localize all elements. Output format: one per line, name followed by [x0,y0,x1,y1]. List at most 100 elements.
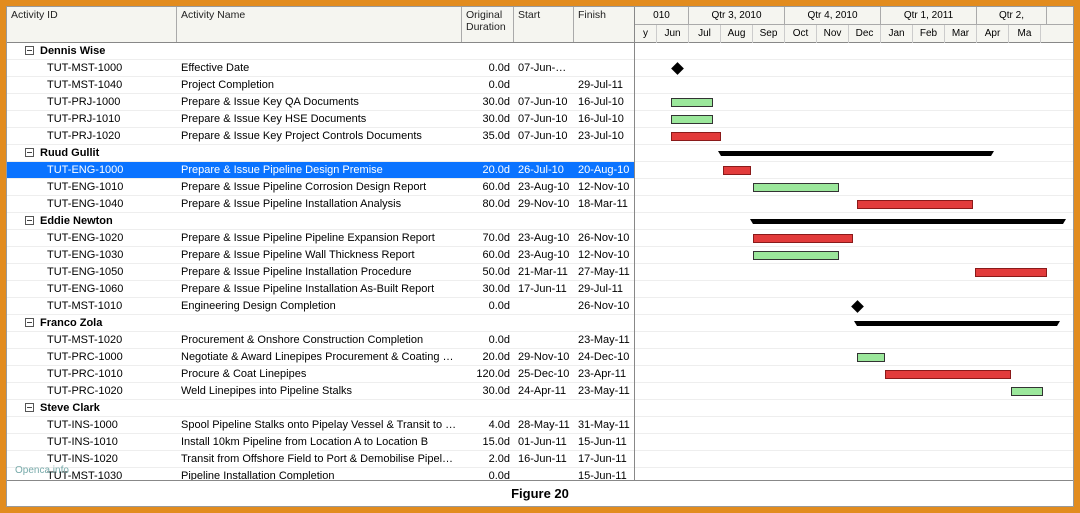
gantt-bar[interactable] [885,370,1011,379]
month-header: Sep [753,25,785,43]
gantt-row[interactable] [635,77,1073,94]
gantt-row[interactable] [635,451,1073,468]
table-row[interactable]: TUT-INS-1010Install 10km Pipeline from L… [7,434,634,451]
table-row[interactable]: TUT-MST-1010Engineering Design Completio… [7,298,634,315]
cell-finish [574,213,634,229]
gantt-row[interactable] [635,417,1073,434]
col-original-duration[interactable]: Original Duration [462,7,514,42]
cell-start: 23-Aug-10 [514,247,574,263]
gantt-bar[interactable] [753,234,853,243]
gantt-bar[interactable] [857,200,973,209]
month-header: Aug [721,25,753,43]
gantt-bar[interactable] [975,268,1047,277]
table-row[interactable]: TUT-PRC-1000Negotiate & Award Linepipes … [7,349,634,366]
gantt-bar[interactable] [671,98,713,107]
gantt-row[interactable] [635,434,1073,451]
gantt-row[interactable] [635,60,1073,77]
cell-duration: 120.0d [462,366,514,382]
cell-duration: 60.0d [462,247,514,263]
col-activity-name[interactable]: Activity Name [177,7,462,42]
cell-finish: 26-Nov-10 [574,298,634,314]
gantt-row[interactable] [635,111,1073,128]
collapse-icon[interactable] [25,148,34,157]
gantt-row[interactable] [635,230,1073,247]
gantt-row[interactable] [635,315,1073,332]
table-row[interactable]: TUT-INS-1000Spool Pipeline Stalks onto P… [7,417,634,434]
cell-activity-id: Dennis Wise [7,43,177,59]
group-row[interactable]: Eddie Newton [7,213,634,230]
summary-bar[interactable] [857,321,1057,326]
col-activity-id[interactable]: Activity ID [7,7,177,42]
table-row[interactable]: TUT-ENG-1020Prepare & Issue Pipeline Pip… [7,230,634,247]
table-row[interactable]: TUT-PRC-1010Procure & Coat Linepipes120.… [7,366,634,383]
table-row[interactable]: TUT-PRC-1020Weld Linepipes into Pipeline… [7,383,634,400]
gantt-bar[interactable] [723,166,751,175]
gantt-row[interactable] [635,247,1073,264]
gantt-row[interactable] [635,468,1073,480]
gantt-row[interactable] [635,400,1073,417]
cell-start [514,213,574,229]
table-row[interactable]: TUT-ENG-1000Prepare & Issue Pipeline Des… [7,162,634,179]
gantt-row[interactable] [635,332,1073,349]
gantt-body[interactable] [635,43,1073,480]
col-finish[interactable]: Finish [574,7,634,42]
gantt-row[interactable] [635,43,1073,60]
gantt-row[interactable] [635,298,1073,315]
group-row[interactable]: Ruud Gullit [7,145,634,162]
table-row[interactable]: TUT-ENG-1010Prepare & Issue Pipeline Cor… [7,179,634,196]
gantt-row[interactable] [635,179,1073,196]
cell-finish: 23-Apr-11 [574,366,634,382]
gantt-row[interactable] [635,145,1073,162]
quarter-header: Qtr 2, [977,7,1047,24]
summary-bar[interactable] [753,219,1063,224]
gantt-bar[interactable] [671,132,721,141]
table-row[interactable]: TUT-ENG-1060Prepare & Issue Pipeline Ins… [7,281,634,298]
gantt-row[interactable] [635,281,1073,298]
group-row[interactable]: Dennis Wise [7,43,634,60]
group-row[interactable]: Franco Zola [7,315,634,332]
gantt-bar[interactable] [753,251,839,260]
cell-start: 28-May-11 [514,417,574,433]
content-area: Activity ID Activity Name Original Durat… [7,7,1073,480]
collapse-icon[interactable] [25,403,34,412]
table-row[interactable]: TUT-INS-1020Transit from Offshore Field … [7,451,634,468]
milestone-diamond[interactable] [671,62,684,75]
summary-bar[interactable] [721,151,991,156]
cell-activity-name: Prepare & Issue Pipeline Pipeline Expans… [177,230,462,246]
gantt-row[interactable] [635,366,1073,383]
gantt-row[interactable] [635,264,1073,281]
table-row[interactable]: TUT-ENG-1050Prepare & Issue Pipeline Ins… [7,264,634,281]
table-row[interactable]: TUT-MST-1040Project Completion0.0d29-Jul… [7,77,634,94]
cell-activity-name: Weld Linepipes into Pipeline Stalks [177,383,462,399]
gantt-bar[interactable] [671,115,713,124]
table-row[interactable]: TUT-ENG-1040Prepare & Issue Pipeline Ins… [7,196,634,213]
cell-activity-name: Project Completion [177,77,462,93]
table-row[interactable]: TUT-MST-1030Pipeline Installation Comple… [7,468,634,480]
col-start[interactable]: Start [514,7,574,42]
gantt-row[interactable] [635,213,1073,230]
collapse-icon[interactable] [25,318,34,327]
milestone-diamond[interactable] [851,300,864,313]
cell-start [514,43,574,59]
cell-activity-id: TUT-MST-1040 [7,77,177,93]
gantt-row[interactable] [635,162,1073,179]
gantt-bar[interactable] [857,353,885,362]
table-row[interactable]: TUT-PRJ-1010Prepare & Issue Key HSE Docu… [7,111,634,128]
table-row[interactable]: TUT-MST-1000Effective Date0.0d07-Jun-10* [7,60,634,77]
gantt-row[interactable] [635,94,1073,111]
cell-activity-id: TUT-PRJ-1000 [7,94,177,110]
gantt-bar[interactable] [1011,387,1043,396]
table-row[interactable]: TUT-PRJ-1000Prepare & Issue Key QA Docum… [7,94,634,111]
collapse-icon[interactable] [25,216,34,225]
gantt-row[interactable] [635,383,1073,400]
gantt-row[interactable] [635,196,1073,213]
table-row[interactable]: TUT-MST-1020Procurement & Onshore Constr… [7,332,634,349]
table-row[interactable]: TUT-ENG-1030Prepare & Issue Pipeline Wal… [7,247,634,264]
group-row[interactable]: Steve Clark [7,400,634,417]
gantt-row[interactable] [635,349,1073,366]
gantt-row[interactable] [635,128,1073,145]
collapse-icon[interactable] [25,46,34,55]
gantt-bar[interactable] [753,183,839,192]
table-row[interactable]: TUT-PRJ-1020Prepare & Issue Key Project … [7,128,634,145]
cell-activity-name: Procure & Coat Linepipes [177,366,462,382]
